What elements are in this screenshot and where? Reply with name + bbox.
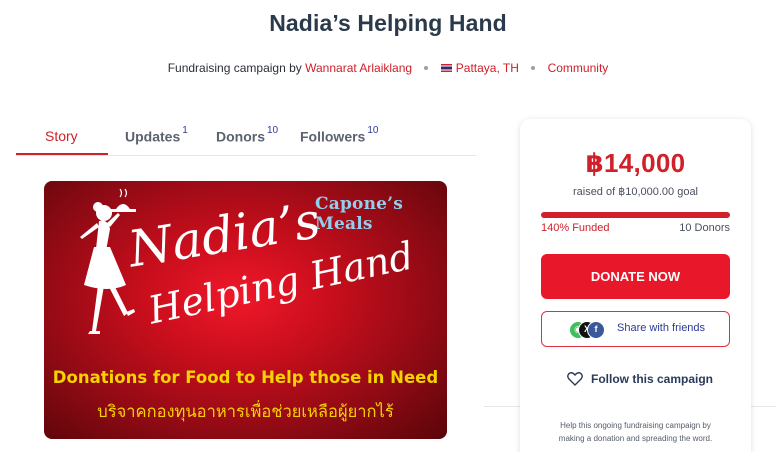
share-label: Share with friends bbox=[617, 322, 706, 334]
funded-percent: 140% Funded bbox=[541, 222, 610, 234]
donation-panel: ฿14,000 raised of ฿10,000.00 goal 140% F… bbox=[520, 119, 751, 452]
follow-label: Follow this campaign bbox=[591, 372, 714, 386]
separator-dot bbox=[424, 65, 429, 70]
tab-followers-count: 10 bbox=[367, 125, 379, 136]
location-link[interactable]: Pattaya, TH bbox=[456, 61, 519, 75]
tab-donors[interactable]: Donors 10 bbox=[216, 125, 279, 145]
banner-caption-english: Donations for Food to Help those in Need bbox=[52, 368, 439, 387]
organizer-link[interactable]: Wannarat Arlaiklang bbox=[305, 61, 412, 75]
share-icons: ◉ X f bbox=[569, 321, 609, 339]
tab-donors-count: 10 bbox=[267, 125, 279, 136]
category-link[interactable]: Community bbox=[548, 61, 609, 75]
amount-raised: ฿14,000 bbox=[585, 148, 686, 178]
tab-updates[interactable]: Updates 1 bbox=[125, 125, 188, 145]
meta-prefix: Fundraising campaign by bbox=[167, 61, 302, 75]
active-tab-indicator bbox=[16, 153, 108, 155]
goal-text: raised of ฿10,000.00 goal bbox=[572, 186, 699, 198]
tab-story[interactable]: Story bbox=[45, 128, 78, 144]
campaign-meta: Fundraising campaign by Wannarat Arlaikl… bbox=[0, 61, 776, 75]
tab-updates-count: 1 bbox=[182, 125, 188, 136]
thailand-flag-icon bbox=[440, 63, 452, 72]
share-with-friends-button[interactable]: ◉ X f Share with friends bbox=[541, 311, 730, 347]
funding-progress-bar bbox=[541, 212, 730, 218]
tab-updates-label: Updates bbox=[125, 128, 181, 145]
tab-story-label: Story bbox=[45, 128, 78, 144]
heart-icon bbox=[567, 372, 583, 386]
help-footnote: Help this ongoing fundraising campaign b… bbox=[558, 421, 713, 443]
donate-now-button[interactable]: DONATE NOW bbox=[541, 254, 730, 299]
campaign-tabs: Story Updates 1 Donors 10 Followers 10 bbox=[16, 118, 476, 156]
banner-caption-thai: บริจาคกองทุนอาหารเพื่อช่วยเหลือผู้ยากไร้ bbox=[97, 402, 394, 421]
page-title: Nadia’s Helping Hand bbox=[269, 10, 507, 36]
facebook-icon: f bbox=[587, 321, 605, 339]
tab-donors-label: Donors bbox=[216, 128, 265, 145]
tab-followers[interactable]: Followers 10 bbox=[300, 125, 379, 145]
donor-count: 10 Donors bbox=[679, 222, 730, 234]
campaign-banner-image: Capone’s Meals Nadia’s Helping Hand Dona… bbox=[44, 181, 447, 439]
separator-dot bbox=[531, 65, 536, 70]
tab-followers-label: Followers bbox=[300, 128, 366, 145]
banner-tagline: Capone’s Meals bbox=[315, 194, 404, 234]
